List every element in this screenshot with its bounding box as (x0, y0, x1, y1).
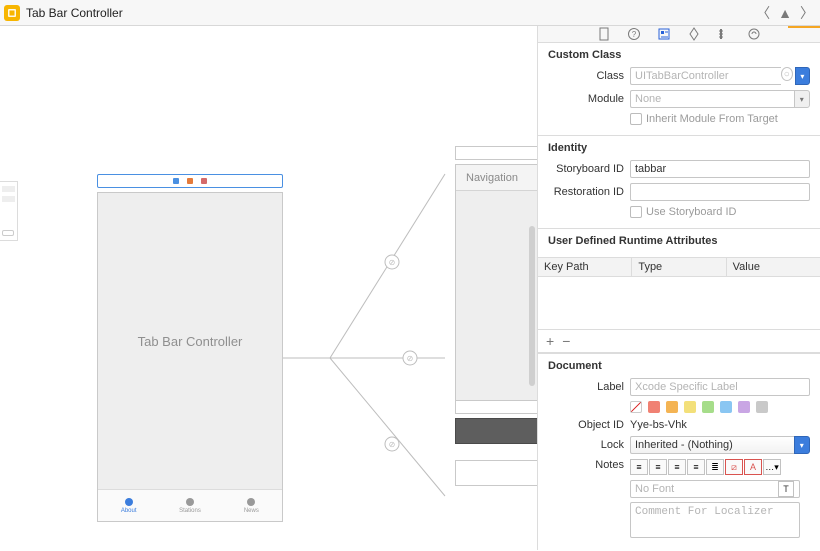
help-inspector-tab[interactable]: ? (626, 26, 642, 42)
align-left-button[interactable]: ≡ (630, 459, 648, 475)
notes-label: Notes (548, 459, 624, 471)
module-dropdown-icon[interactable]: ▾ (794, 90, 810, 108)
tab-item-about[interactable]: About (98, 490, 159, 521)
first-responder-icon[interactable] (173, 178, 179, 184)
udr-header-row: Key Path Type Value (538, 258, 820, 277)
inspector-panel: ? Custom Class Class ○ ▾ Module ▾ (538, 26, 820, 550)
scene-partial-bottom[interactable] (455, 400, 538, 550)
section-heading: Custom Class (548, 49, 810, 61)
orange-accent-bar (788, 26, 820, 28)
swatch-green[interactable] (702, 401, 714, 413)
jump-bar-title[interactable]: Tab Bar Controller (26, 6, 754, 20)
navigation-controller-scene[interactable]: Navigation (455, 146, 538, 406)
lock-dropdown-icon[interactable]: ▾ (794, 436, 810, 454)
use-storyboard-id-checkbox[interactable] (630, 206, 642, 218)
storyboard-file-icon (4, 5, 20, 21)
font-picker-icon[interactable]: T (778, 481, 794, 497)
identity-section: Identity Storyboard ID Restoration ID Us… (538, 136, 820, 229)
doc-label-field[interactable] (630, 378, 810, 396)
ib-canvas[interactable]: Tab Bar Controller About Stations News N… (0, 26, 538, 550)
localizer-comment-field[interactable] (630, 502, 800, 538)
udr-body[interactable] (538, 277, 820, 329)
navigation-bar: Navigation (456, 165, 538, 191)
storyboard-reference-icon[interactable] (201, 178, 207, 184)
scene-dock[interactable] (97, 174, 283, 188)
swatch-yellow[interactable] (684, 401, 696, 413)
tab-bar: About Stations News (98, 489, 282, 521)
swatch-blue[interactable] (720, 401, 732, 413)
notes-font-field[interactable] (630, 480, 800, 498)
storyboard-id-label: Storyboard ID (548, 163, 624, 175)
svg-text:⊘: ⊘ (389, 258, 396, 267)
class-label: Class (548, 70, 624, 82)
use-storyboard-id-label: Use Storyboard ID (646, 206, 736, 218)
section-heading: User Defined Runtime Attributes (538, 229, 820, 251)
class-jump-icon[interactable]: ○ (781, 67, 793, 81)
udr-remove-button[interactable]: − (562, 333, 570, 349)
align-right-button[interactable]: ≡ (668, 459, 686, 475)
swatch-red[interactable] (648, 401, 660, 413)
tab-item-stations[interactable]: Stations (159, 490, 220, 521)
size-inspector-tab[interactable] (716, 26, 732, 42)
object-id-value: Yye-bs-Vhk (630, 419, 687, 431)
attributes-inspector-tab[interactable] (686, 26, 702, 42)
udr-col-keypath[interactable]: Key Path (538, 258, 632, 276)
swatch-gray[interactable] (756, 401, 768, 413)
lock-label: Lock (548, 439, 624, 451)
scene-title: Tab Bar Controller (98, 193, 282, 489)
udr-col-value[interactable]: Value (727, 258, 820, 276)
document-section: Document Label Object ID Yye-bs-Vhk Lo (538, 354, 820, 551)
scene-dock[interactable] (455, 146, 538, 160)
tab-bar-controller-scene[interactable]: Tab Bar Controller About Stations News (97, 192, 283, 522)
align-justify-button[interactable]: ≡ (687, 459, 705, 475)
custom-class-section: Custom Class Class ○ ▾ Module ▾ Inherit … (538, 43, 820, 136)
inherit-module-label: Inherit Module From Target (646, 113, 778, 125)
module-label: Module (548, 93, 624, 105)
offscreen-scene-left (0, 181, 18, 241)
swatch-purple[interactable] (738, 401, 750, 413)
text-style-button[interactable]: A (744, 459, 762, 475)
identity-inspector-tab[interactable] (656, 26, 672, 42)
svg-text:⊘: ⊘ (407, 354, 414, 363)
align-center-button[interactable]: ≡ (649, 459, 667, 475)
nav-back-icon[interactable]: 〈 (754, 3, 772, 23)
nav-forward-icon[interactable]: 〉 (798, 3, 816, 23)
section-heading: Document (548, 360, 810, 372)
udr-add-button[interactable]: + (546, 333, 554, 349)
section-heading: Identity (548, 142, 810, 154)
doc-label-label: Label (548, 381, 624, 393)
swatch-orange[interactable] (666, 401, 678, 413)
class-dropdown-icon[interactable]: ▾ (795, 67, 810, 85)
udr-section: User Defined Runtime Attributes Key Path… (538, 229, 820, 354)
restoration-id-label: Restoration ID (548, 186, 624, 198)
inspector-tab-bar: ? (538, 26, 820, 43)
jump-bar: Tab Bar Controller 〈 ▲ 〉 (0, 0, 820, 26)
swatch-none[interactable] (630, 401, 642, 413)
file-inspector-tab[interactable] (596, 26, 612, 42)
object-id-label: Object ID (548, 419, 624, 431)
more-button[interactable]: …▾ (763, 459, 781, 475)
exit-icon[interactable] (187, 178, 193, 184)
module-field[interactable] (630, 90, 794, 108)
lock-select[interactable] (630, 436, 794, 454)
warning-icon[interactable]: ▲ (776, 5, 794, 21)
class-field[interactable] (630, 67, 781, 85)
udr-col-type[interactable]: Type (632, 258, 726, 276)
svg-text:⊘: ⊘ (389, 440, 396, 449)
inherit-module-checkbox[interactable] (630, 113, 642, 125)
canvas-scrollbar[interactable] (529, 226, 535, 386)
restoration-id-field[interactable] (630, 183, 810, 201)
connections-inspector-tab[interactable] (746, 26, 762, 42)
remove-format-button[interactable]: ⧄ (725, 459, 743, 475)
notes-format-bar: ≡ ≡ ≡ ≡ ≣ ⧄ A …▾ (630, 459, 810, 475)
storyboard-id-field[interactable] (630, 160, 810, 178)
list-button[interactable]: ≣ (706, 459, 724, 475)
tab-item-news[interactable]: News (221, 490, 282, 521)
label-color-swatches (548, 401, 810, 413)
svg-text:?: ? (632, 30, 637, 39)
